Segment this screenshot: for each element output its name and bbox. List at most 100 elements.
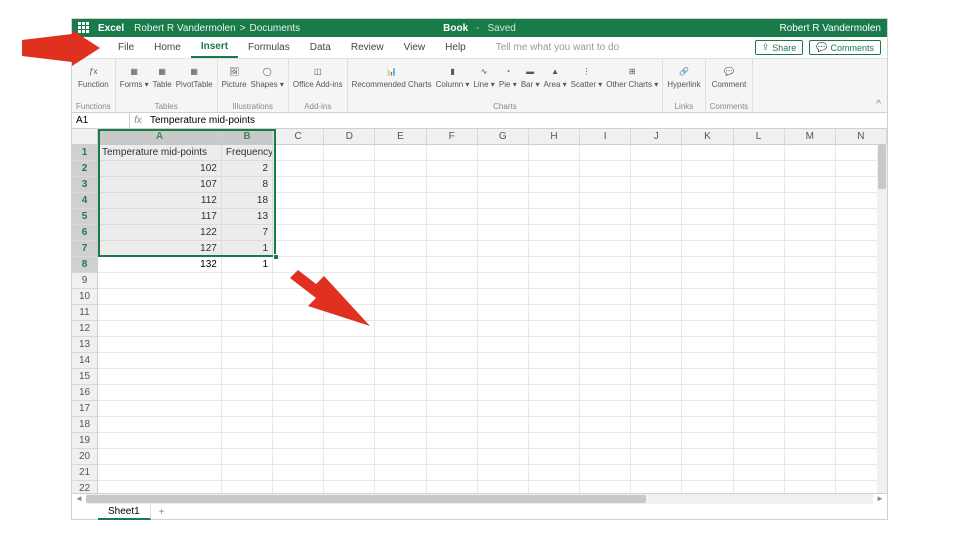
cell-L8[interactable] [734,257,785,273]
cell-D16[interactable] [324,385,375,401]
cell-L1[interactable] [734,145,785,161]
cell-A18[interactable] [98,417,222,433]
cell-D4[interactable] [324,193,375,209]
ribbon-table-button[interactable]: ▦Table [153,62,172,89]
cell-A7[interactable]: 127 [98,241,222,257]
cell-I21[interactable] [580,465,631,481]
cell-H20[interactable] [529,449,580,465]
col-header-E[interactable]: E [375,129,426,145]
cell-F15[interactable] [427,369,478,385]
cell-M9[interactable] [785,273,836,289]
cell-I8[interactable] [580,257,631,273]
cell-I10[interactable] [580,289,631,305]
cell-I9[interactable] [580,273,631,289]
cell-A16[interactable] [98,385,222,401]
cell-C10[interactable] [273,289,324,305]
cell-D1[interactable] [324,145,375,161]
cell-E4[interactable] [375,193,426,209]
menu-help[interactable]: Help [435,37,476,58]
cell-E20[interactable] [375,449,426,465]
cell-M12[interactable] [785,321,836,337]
cell-F16[interactable] [427,385,478,401]
cell-M17[interactable] [785,401,836,417]
cell-J10[interactable] [631,289,682,305]
cell-G13[interactable] [478,337,529,353]
menu-formulas[interactable]: Formulas [238,37,300,58]
cell-L9[interactable] [734,273,785,289]
cell-D2[interactable] [324,161,375,177]
cell-A4[interactable]: 112 [98,193,222,209]
cell-C15[interactable] [273,369,324,385]
cell-A20[interactable] [98,449,222,465]
cell-J14[interactable] [631,353,682,369]
cell-C2[interactable] [273,161,324,177]
name-box[interactable]: A1 [72,113,130,128]
cell-D5[interactable] [324,209,375,225]
cell-K10[interactable] [682,289,733,305]
col-header-L[interactable]: L [734,129,785,145]
cell-D11[interactable] [324,305,375,321]
cell-C5[interactable] [273,209,324,225]
vertical-scroll-thumb[interactable] [878,145,886,189]
cell-H6[interactable] [529,225,580,241]
cell-G11[interactable] [478,305,529,321]
cell-F18[interactable] [427,417,478,433]
cell-J9[interactable] [631,273,682,289]
cell-A2[interactable]: 102 [98,161,222,177]
cell-I12[interactable] [580,321,631,337]
cell-F7[interactable] [427,241,478,257]
cell-E13[interactable] [375,337,426,353]
cell-E19[interactable] [375,433,426,449]
cell-D10[interactable] [324,289,375,305]
cell-F19[interactable] [427,433,478,449]
breadcrumb-location[interactable]: Documents [250,23,301,34]
cell-G7[interactable] [478,241,529,257]
ribbon-forms-button[interactable]: ▦Forms ▾ [120,62,149,89]
menu-file[interactable]: File [108,37,144,58]
cell-I18[interactable] [580,417,631,433]
cell-C4[interactable] [273,193,324,209]
cell-L2[interactable] [734,161,785,177]
row-header-12[interactable]: 12 [72,321,98,337]
cell-J2[interactable] [631,161,682,177]
ribbon-scatter-button[interactable]: ⋮Scatter ▾ [571,62,603,89]
app-launcher-icon[interactable] [78,22,90,34]
col-header-H[interactable]: H [529,129,580,145]
cell-B21[interactable] [222,465,273,481]
cell-A10[interactable] [98,289,222,305]
cell-F3[interactable] [427,177,478,193]
cell-K19[interactable] [682,433,733,449]
cell-C9[interactable] [273,273,324,289]
row-header-13[interactable]: 13 [72,337,98,353]
cell-A9[interactable] [98,273,222,289]
row-header-18[interactable]: 18 [72,417,98,433]
cell-J17[interactable] [631,401,682,417]
cell-H14[interactable] [529,353,580,369]
cell-G22[interactable] [478,481,529,493]
cell-J16[interactable] [631,385,682,401]
cell-J1[interactable] [631,145,682,161]
cell-E9[interactable] [375,273,426,289]
cell-H11[interactable] [529,305,580,321]
cell-H7[interactable] [529,241,580,257]
hscroll-left-icon[interactable]: ◄ [72,494,86,504]
cell-J18[interactable] [631,417,682,433]
cell-F5[interactable] [427,209,478,225]
cell-C19[interactable] [273,433,324,449]
cell-G10[interactable] [478,289,529,305]
cell-F9[interactable] [427,273,478,289]
cell-E22[interactable] [375,481,426,493]
comments-button[interactable]: 💬Comments [809,40,881,55]
menu-review[interactable]: Review [341,37,394,58]
cell-C18[interactable] [273,417,324,433]
cell-I14[interactable] [580,353,631,369]
cell-K2[interactable] [682,161,733,177]
cell-B13[interactable] [222,337,273,353]
ribbon-comment-button[interactable]: 💬Comment [712,62,747,89]
cell-J13[interactable] [631,337,682,353]
cell-G21[interactable] [478,465,529,481]
col-header-C[interactable]: C [273,129,324,145]
cell-A3[interactable]: 107 [98,177,222,193]
row-header-4[interactable]: 4 [72,193,98,209]
fx-icon[interactable]: fx [130,115,146,126]
